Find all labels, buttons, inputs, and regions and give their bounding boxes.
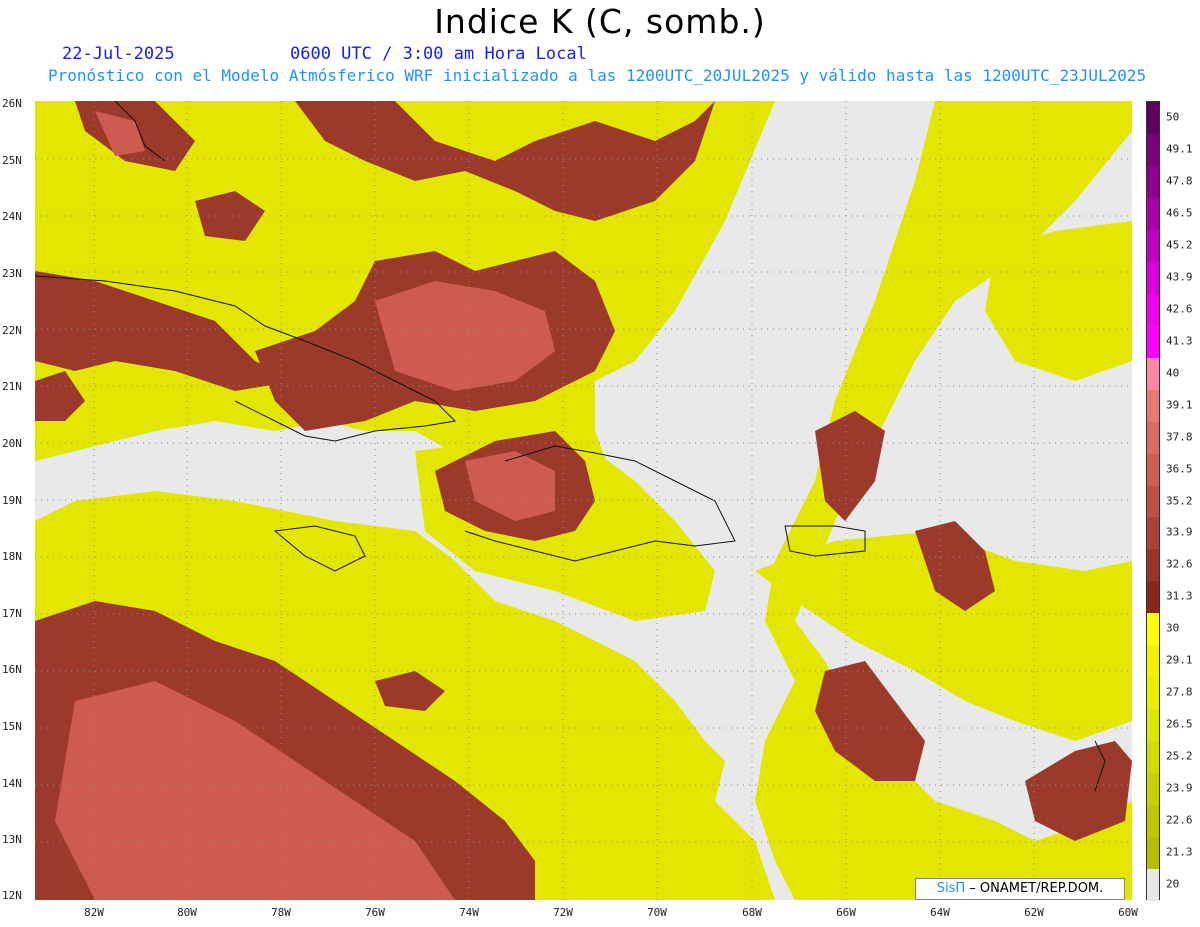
colorbar-segment — [1147, 485, 1159, 518]
colorbar-label: 20 — [1166, 877, 1180, 891]
colorbar-segment — [1147, 197, 1159, 231]
colorbar-label: 43.9 — [1166, 270, 1193, 284]
lat-label: 12N — [2, 889, 22, 902]
colorbar-label: 22.6 — [1166, 813, 1193, 827]
colorbar-label: 32.6 — [1166, 557, 1193, 571]
lon-label: 68W — [742, 906, 762, 919]
lat-label: 17N — [2, 607, 22, 620]
colorbar-label: 26.5 — [1166, 717, 1193, 731]
colorbar-segment — [1147, 741, 1159, 774]
colorbar-segment — [1147, 293, 1159, 327]
lon-label: 76W — [365, 906, 385, 919]
lat-label: 24N — [2, 210, 22, 223]
lat-label: 19N — [2, 494, 22, 507]
colorbar-segment — [1147, 165, 1159, 199]
colorbar-label: 37.8 — [1166, 430, 1193, 444]
colorbar-label: 23.9 — [1166, 781, 1193, 795]
lon-label: 82W — [84, 906, 104, 919]
map-canvas — [35, 101, 1132, 900]
colorbar-segment — [1147, 133, 1159, 167]
lat-label: 18N — [2, 550, 22, 563]
lon-label: 64W — [930, 906, 950, 919]
colorbar-label: 42.6 — [1166, 302, 1193, 316]
colorbar-label: 49.1 — [1166, 142, 1193, 156]
forecast-date: 22-Jul-2025 — [62, 44, 175, 64]
lat-label: 25N — [2, 154, 22, 167]
colorbar-segment — [1147, 517, 1159, 550]
lat-label: 16N — [2, 663, 22, 676]
colorbar-segment — [1147, 261, 1159, 295]
lon-label: 72W — [553, 906, 573, 919]
colorbar-segment — [1147, 102, 1159, 135]
colorbar-segment — [1147, 421, 1159, 455]
colorbar-segment — [1147, 805, 1159, 838]
colorbar-label: 35.2 — [1166, 494, 1193, 507]
colorbar-label: 36.5 — [1166, 462, 1193, 476]
colorbar-segment — [1147, 549, 1159, 582]
lat-label: 20N — [2, 437, 22, 450]
lat-label: 21N — [2, 380, 22, 393]
forecast-subtitle: Pronóstico con el Modelo Atmósferico WRF… — [48, 66, 1147, 85]
colorbar-label: 47.8 — [1166, 174, 1193, 188]
colorbar-label: 45.2 — [1166, 238, 1193, 252]
lon-label: 62W — [1024, 906, 1044, 919]
colorbar-segment — [1147, 581, 1159, 614]
map-title: Indice K (C, somb.) — [434, 2, 766, 41]
colorbar-label: 39.1 — [1166, 398, 1193, 412]
colorbar-label: 29.1 — [1166, 653, 1193, 667]
lon-label: 70W — [647, 906, 667, 919]
colorbar-label: 25.2 — [1166, 749, 1193, 763]
colorbar-label: 30 — [1166, 621, 1180, 635]
colorbar-label: 33.9 — [1166, 525, 1193, 539]
colorbar-label: 27.8 — [1166, 685, 1193, 699]
lon-label: 80W — [177, 906, 197, 919]
colorbar-segment — [1147, 709, 1159, 742]
colorbar-segment — [1147, 869, 1159, 902]
colorbar-label: 31.3 — [1166, 589, 1193, 603]
colorbar — [1146, 101, 1160, 902]
colorbar-segment — [1147, 773, 1159, 806]
colorbar-segment — [1147, 613, 1159, 646]
colorbar-label: 21.3 — [1166, 845, 1193, 859]
colorbar-segment — [1147, 357, 1159, 391]
colorbar-segment — [1147, 453, 1159, 486]
colorbar-label: 46.5 — [1166, 206, 1193, 220]
colorbar-label: 40 — [1166, 366, 1180, 380]
k-index-map — [35, 101, 1132, 900]
lat-label: 23N — [2, 267, 22, 280]
colorbar-segment — [1147, 677, 1159, 710]
colorbar-segment — [1147, 325, 1159, 359]
colorbar-label: 50 — [1166, 110, 1180, 124]
lon-label: 74W — [459, 906, 479, 919]
colorbar-segment — [1147, 389, 1159, 423]
lon-label: 78W — [271, 906, 291, 919]
lat-label: 22N — [2, 324, 22, 337]
credit-brand: SisΠ — [936, 881, 966, 896]
credit-box: SisΠ – ONAMET/REP.DOM. — [915, 878, 1125, 900]
lat-label: 13N — [2, 833, 22, 846]
lat-label: 15N — [2, 720, 22, 733]
lon-label: 60W — [1118, 906, 1138, 919]
lat-label: 14N — [2, 777, 22, 790]
colorbar-segment — [1147, 229, 1159, 263]
forecast-time: 0600 UTC / 3:00 am Hora Local — [290, 44, 587, 64]
lon-label: 66W — [836, 906, 856, 919]
colorbar-label: 41.3 — [1166, 334, 1193, 348]
credit-text: – ONAMET/REP.DOM. — [965, 881, 1104, 896]
colorbar-segment — [1147, 837, 1159, 870]
colorbar-segment — [1147, 645, 1159, 678]
lat-label: 26N — [2, 97, 22, 110]
